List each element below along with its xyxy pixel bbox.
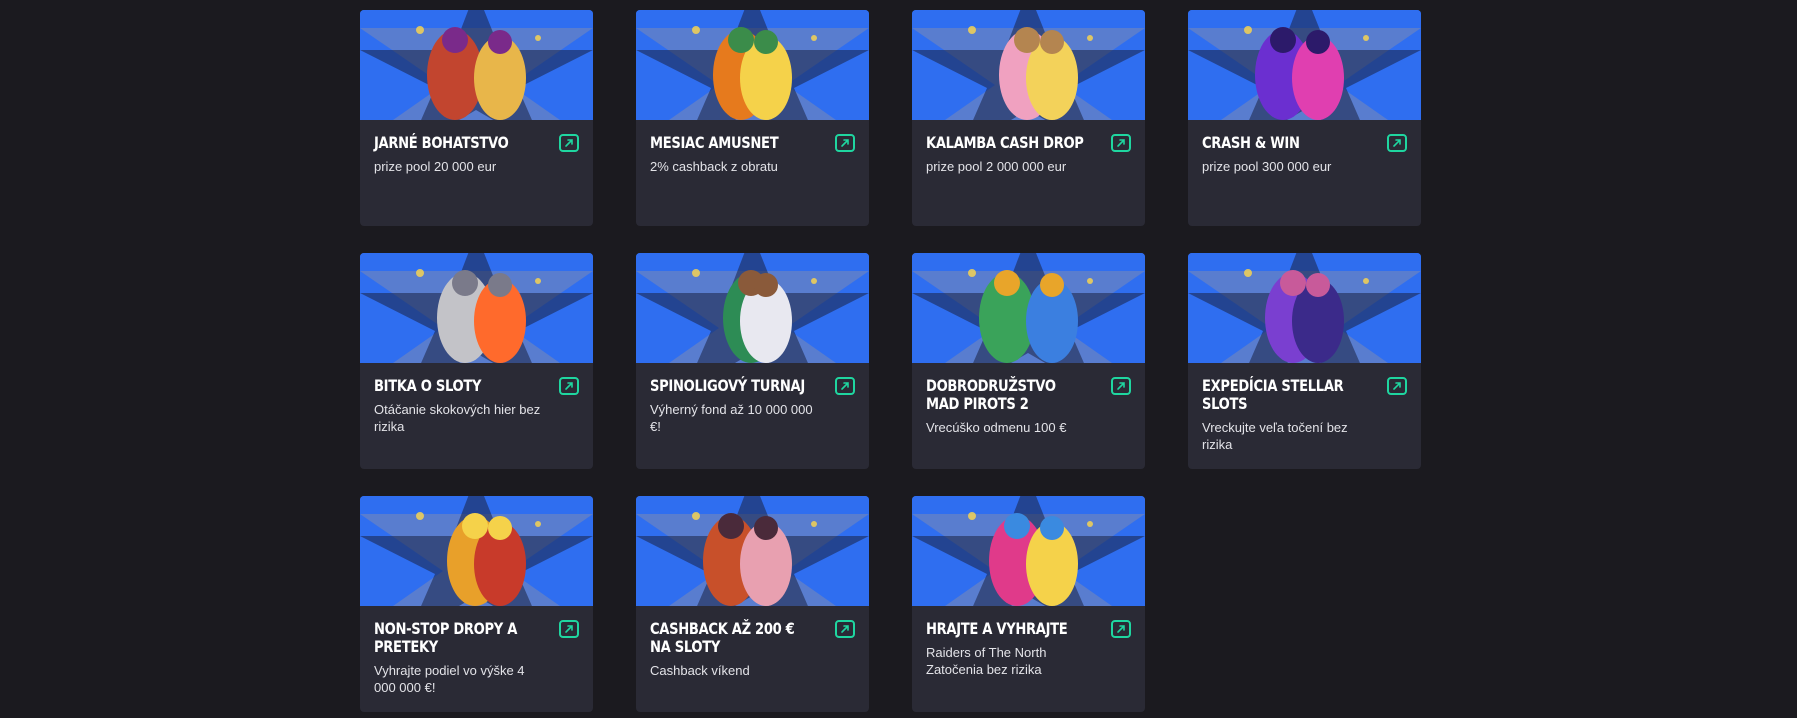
promo-description: prize pool 20 000 eur	[374, 159, 497, 174]
promo-title: NON-STOP DROPY A PRETEKY	[374, 619, 518, 656]
promo-card[interactable]: HRAJTE A VYHRAJTE Raiders of The North Z…	[912, 496, 1145, 712]
promo-description: Vreckujte veľa točení bez rizika	[1202, 420, 1348, 452]
promo-title: HRAJTE A VYHRAJTE	[926, 619, 1068, 638]
star-graphic	[636, 253, 869, 363]
promo-description: prize pool 300 000 eur	[1202, 159, 1332, 174]
promo-card[interactable]: EXPEDÍCIA STELLAR SLOTS Vreckujte veľa t…	[1188, 253, 1421, 469]
promo-card[interactable]: SPINOLIGOVÝ TURNAJ Výherný fond až 10 00…	[636, 253, 869, 469]
promo-card[interactable]: BITKA O SLOTY Otáčanie skokových hier be…	[360, 253, 593, 469]
external-link-icon[interactable]	[835, 377, 855, 395]
promo-description: Cashback víkend	[650, 663, 750, 678]
promo-description: Vrecúško odmenu 100 €	[926, 420, 1067, 435]
promo-banner-image	[360, 496, 593, 606]
promo-title: JARNÉ BOHATSTVO	[374, 133, 509, 152]
promo-title: CRASH & WIN	[1202, 133, 1300, 152]
star-graphic	[1188, 10, 1421, 120]
promo-banner-image	[636, 253, 869, 363]
external-link-icon[interactable]	[559, 620, 579, 638]
promo-banner-image	[1188, 10, 1421, 120]
promo-banner-image	[360, 253, 593, 363]
external-link-icon[interactable]	[559, 134, 579, 152]
star-graphic	[360, 10, 593, 120]
star-graphic	[912, 10, 1145, 120]
star-graphic	[912, 253, 1145, 363]
promo-card[interactable]: MESIAC AMUSNET 2% cashback z obratu	[636, 10, 869, 226]
promo-description: Výherný fond až 10 000 000 €!	[650, 402, 813, 434]
promo-title: EXPEDÍCIA STELLAR SLOTS	[1202, 376, 1344, 413]
promo-card[interactable]: NON-STOP DROPY A PRETEKY Vyhrajte podiel…	[360, 496, 593, 712]
external-link-icon[interactable]	[1387, 377, 1407, 395]
promo-title: KALAMBA CASH DROP	[926, 133, 1084, 152]
promo-description: Otáčanie skokových hier bez rizika	[374, 402, 541, 434]
promo-banner-image	[636, 10, 869, 120]
promo-description: Vyhrajte podiel vo výške 4 000 000 €!	[374, 663, 525, 695]
external-link-icon[interactable]	[835, 134, 855, 152]
external-link-icon[interactable]	[1111, 620, 1131, 638]
promo-banner-image	[912, 253, 1145, 363]
promotions-grid: JARNÉ BOHATSTVO prize pool 20 000 eur ME…	[360, 10, 1421, 712]
promo-card[interactable]: DOBRODRUŽSTVO MAD PIROTS 2 Vrecúško odme…	[912, 253, 1145, 469]
promo-card[interactable]: CASHBACK AŽ 200 € NA SLOTY Cashback víke…	[636, 496, 869, 712]
promo-banner-image	[1188, 253, 1421, 363]
promo-description: prize pool 2 000 000 eur	[926, 159, 1067, 174]
promo-title: SPINOLIGOVÝ TURNAJ	[650, 376, 805, 395]
promo-banner-image	[636, 496, 869, 606]
promo-card[interactable]: JARNÉ BOHATSTVO prize pool 20 000 eur	[360, 10, 593, 226]
star-graphic	[1188, 253, 1421, 363]
external-link-icon[interactable]	[835, 620, 855, 638]
star-graphic	[360, 496, 593, 606]
promo-title: BITKA O SLOTY	[374, 376, 482, 395]
promo-title: MESIAC AMUSNET	[650, 133, 779, 152]
star-graphic	[636, 496, 869, 606]
external-link-icon[interactable]	[1111, 377, 1131, 395]
promo-banner-image	[912, 496, 1145, 606]
promo-title: DOBRODRUŽSTVO MAD PIROTS 2	[926, 376, 1056, 413]
external-link-icon[interactable]	[1111, 134, 1131, 152]
star-graphic	[360, 253, 593, 363]
promo-banner-image	[360, 10, 593, 120]
promo-banner-image	[912, 10, 1145, 120]
external-link-icon[interactable]	[559, 377, 579, 395]
star-graphic	[636, 10, 869, 120]
promo-title: CASHBACK AŽ 200 € NA SLOTY	[650, 619, 795, 656]
promo-card[interactable]: KALAMBA CASH DROP prize pool 2 000 000 e…	[912, 10, 1145, 226]
promo-card[interactable]: CRASH & WIN prize pool 300 000 eur	[1188, 10, 1421, 226]
star-graphic	[912, 496, 1145, 606]
external-link-icon[interactable]	[1387, 134, 1407, 152]
promo-description: Raiders of The North Zatočenia bez rizik…	[926, 645, 1047, 677]
promo-description: 2% cashback z obratu	[650, 159, 778, 174]
